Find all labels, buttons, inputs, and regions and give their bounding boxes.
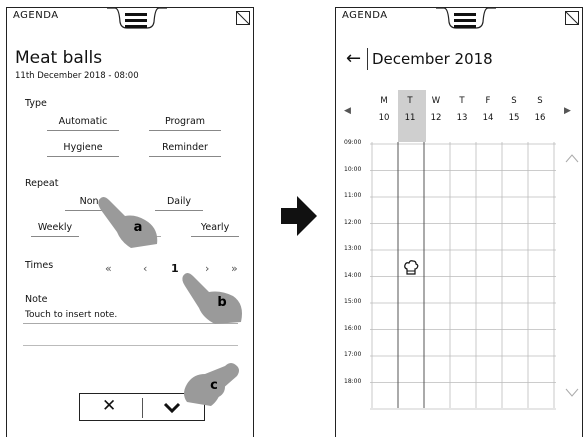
scroll-down-icon[interactable]: [565, 388, 579, 398]
type-option-automatic[interactable]: Automatic: [47, 116, 119, 131]
event-title: Meat balls: [15, 48, 103, 68]
hamburger-icon: [125, 13, 147, 31]
times-value: 1: [171, 262, 179, 275]
callout-c: c: [203, 376, 225, 398]
type-option-program[interactable]: Program: [149, 116, 221, 131]
note-label: Note: [25, 294, 48, 305]
repeat-option-weekly[interactable]: Weekly: [31, 222, 79, 237]
divider: [23, 345, 238, 346]
type-option-hygiene[interactable]: Hygiene: [47, 142, 119, 157]
repeat-option-yearly[interactable]: Yearly: [191, 222, 239, 237]
app-title: AGENDA: [13, 10, 59, 21]
event-edit-screen: AGENDA Meat balls 11th December 2018 - 0…: [6, 7, 254, 437]
calendar-screen: AGENDA ← December 2018 ◀ ▶ M 10 T 11 W 12 T 13 F…: [335, 7, 583, 437]
event-date: 11th December 2018 - 08:00: [15, 71, 139, 81]
menu-button[interactable]: [107, 8, 167, 32]
calendar-grid[interactable]: [336, 8, 584, 438]
times-first-button[interactable]: «: [105, 262, 112, 275]
fullscreen-icon[interactable]: [236, 11, 250, 25]
top-bar: AGENDA: [7, 8, 253, 32]
transition-arrow-icon: [281, 196, 317, 236]
times-prev-button[interactable]: ‹: [143, 262, 147, 275]
callout-a: a: [127, 218, 149, 240]
cancel-button[interactable]: ✕: [102, 396, 116, 416]
callout-b: b: [211, 293, 233, 315]
note-input[interactable]: Touch to insert note.: [25, 310, 117, 320]
times-label: Times: [25, 260, 54, 271]
repeat-label: Repeat: [25, 178, 59, 189]
type-option-reminder[interactable]: Reminder: [149, 142, 221, 157]
type-label: Type: [25, 98, 47, 109]
chef-hat-icon[interactable]: [403, 260, 419, 276]
action-separator: [142, 398, 143, 418]
scroll-up-icon[interactable]: [565, 153, 579, 163]
